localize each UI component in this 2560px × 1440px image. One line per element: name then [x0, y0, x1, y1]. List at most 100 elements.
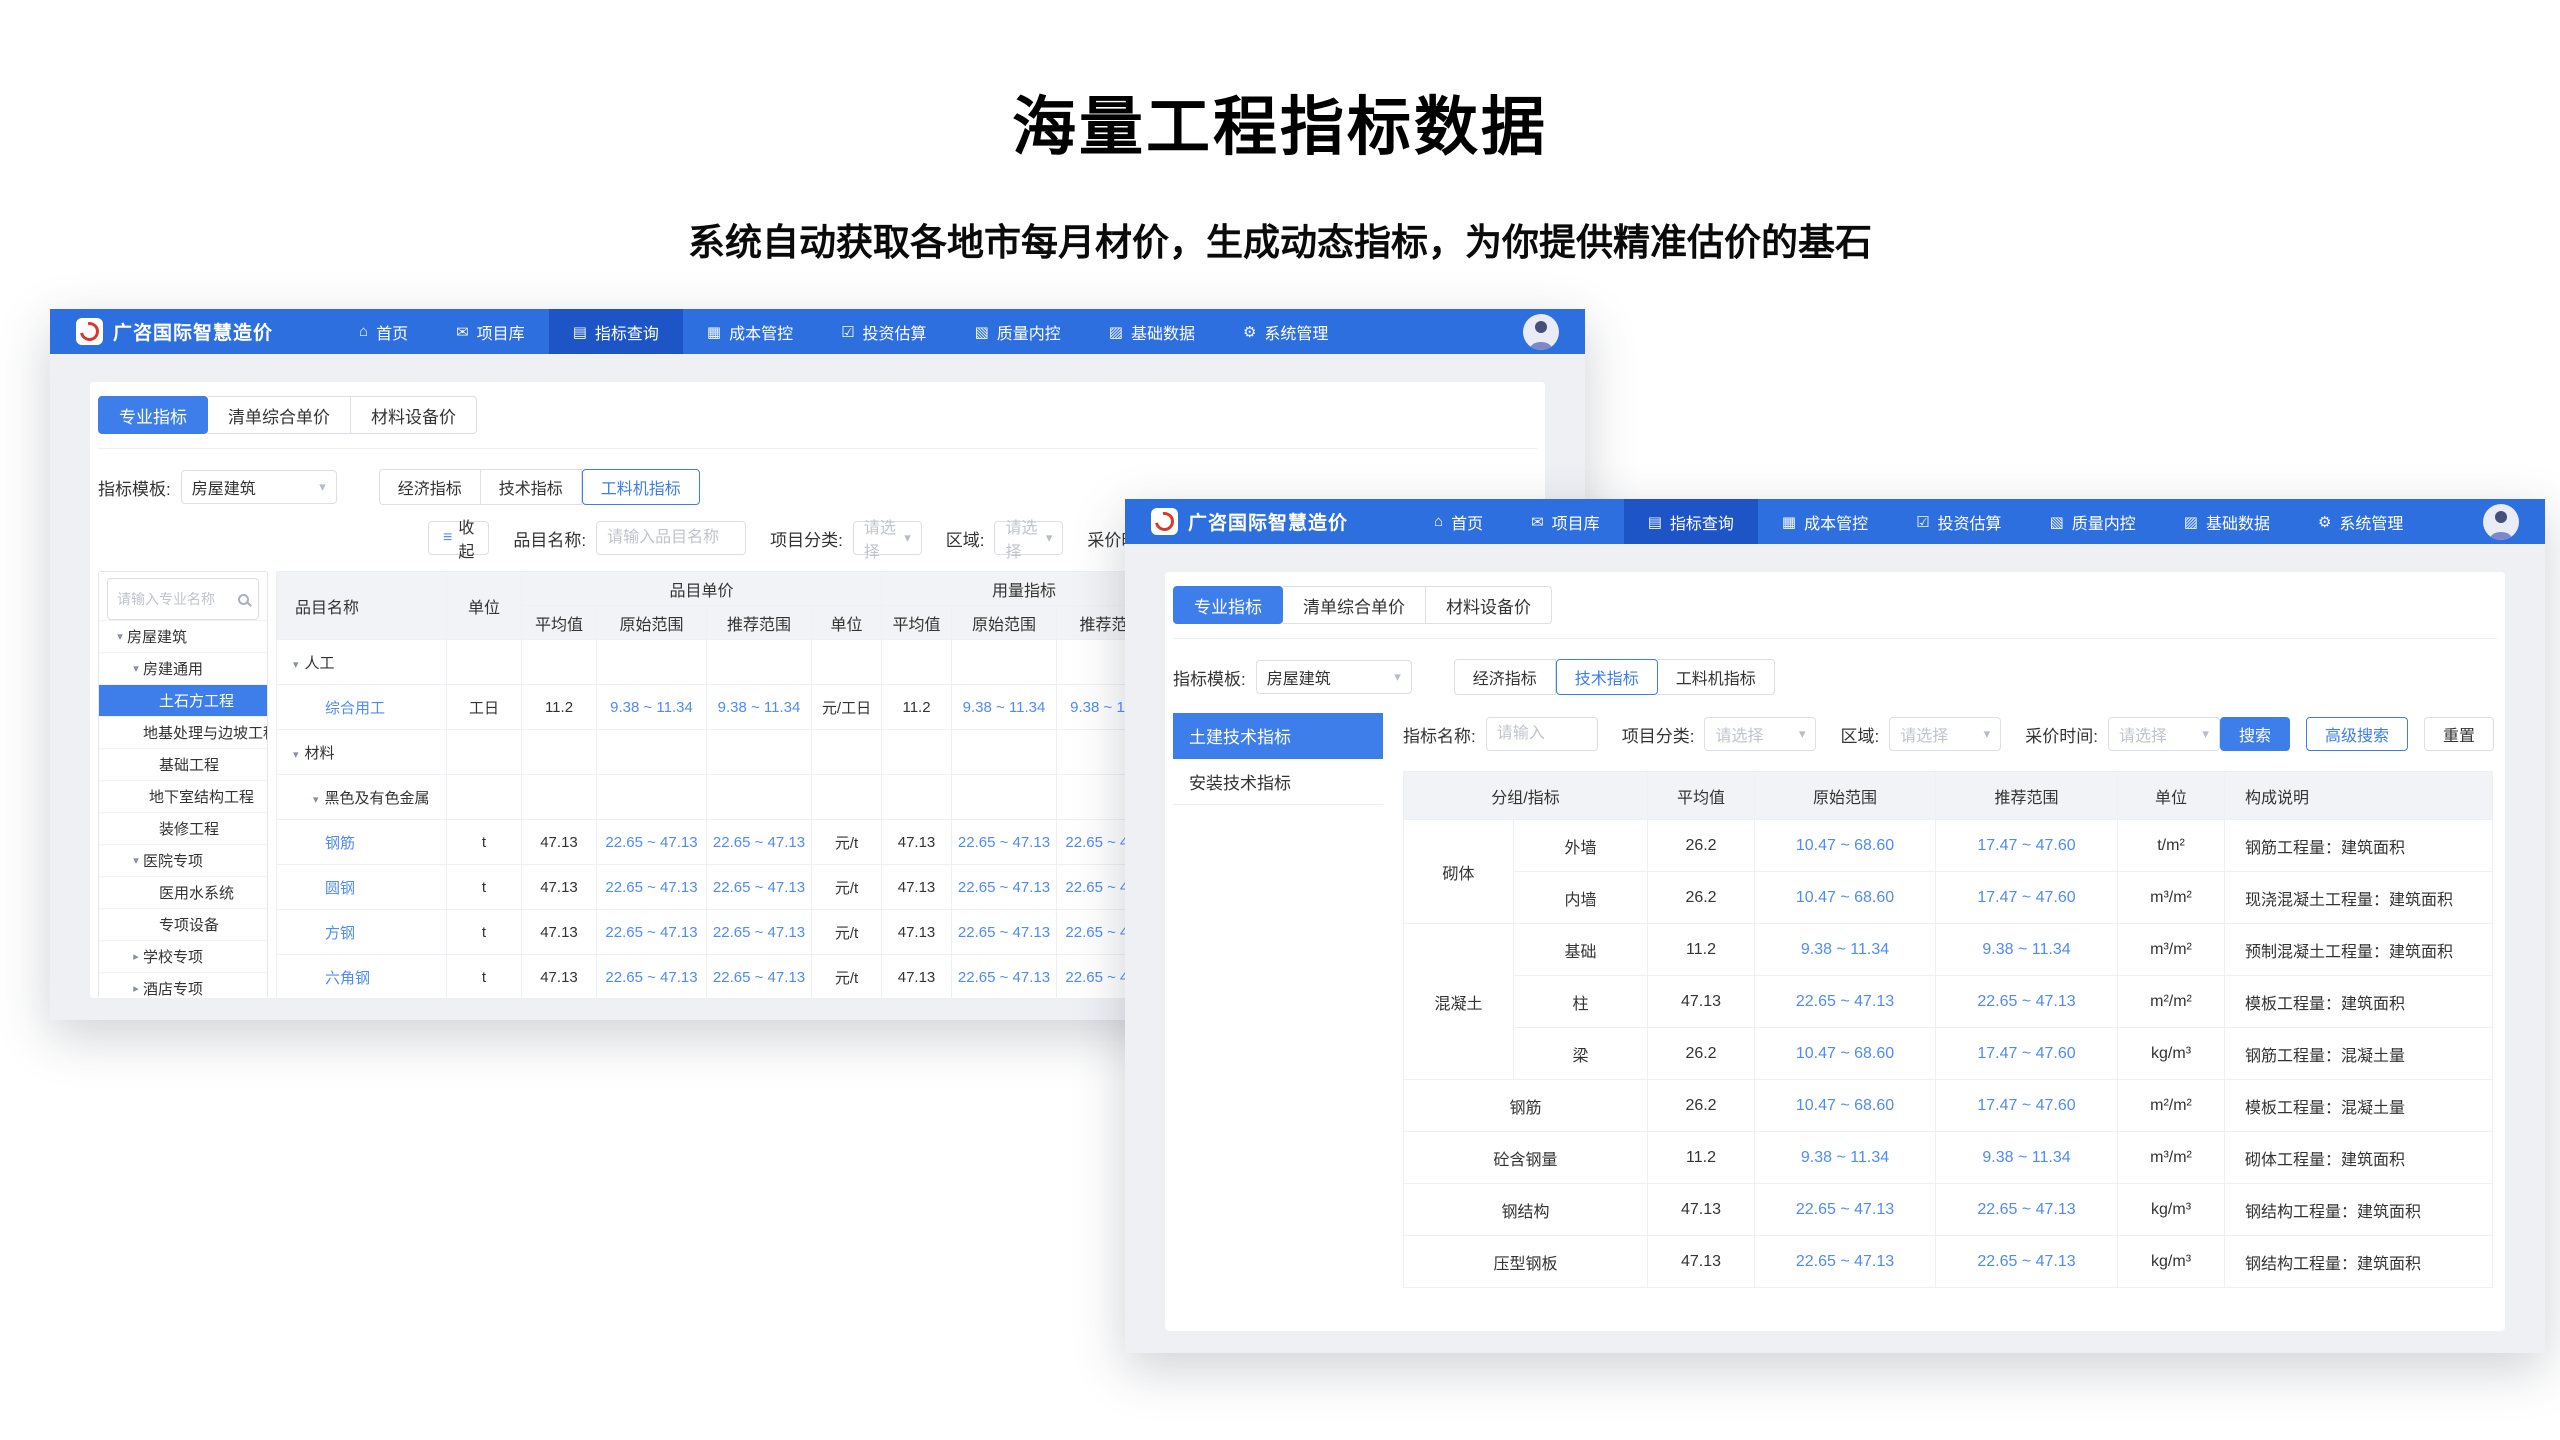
nav-item-base-data[interactable]: ▨基础数据 [2160, 499, 2294, 544]
sidebar-item-installation-tech[interactable]: 安装技术指标 [1173, 759, 1383, 805]
nav-item-projects[interactable]: ✉项目库 [1507, 499, 1624, 544]
tree-item-foundation[interactable]: 基础工程 [99, 748, 267, 780]
segment-technical[interactable]: 技术指标 [1556, 659, 1658, 695]
cell-recommended-range[interactable]: 17.47 ~ 47.60 [1936, 1028, 2118, 1080]
item-link[interactable]: 圆钢 [325, 880, 355, 897]
nav-item-cost-control[interactable]: ▦成本管控 [1758, 499, 1892, 544]
category-select[interactable]: 请选择 ▾ [853, 521, 922, 555]
nav-item-system-mgmt[interactable]: ⚙系统管理 [1219, 309, 1352, 354]
cell-recommended-range[interactable]: 17.47 ~ 47.60 [1936, 872, 2118, 924]
tree-item-special-equipment[interactable]: 专项设备 [99, 908, 267, 940]
nav-item-investment-estimate[interactable]: ☑投资估算 [1892, 499, 2025, 544]
nav-item-indicator-query[interactable]: ▤指标查询 [1624, 499, 1758, 544]
cell-recommended-range[interactable]: 22.65 ~ 47.13 [1936, 1184, 2118, 1236]
item-link[interactable]: 钢筋 [325, 835, 355, 852]
tree-item-decoration[interactable]: 装修工程 [99, 812, 267, 844]
cell-original-range[interactable]: 10.47 ~ 68.60 [1755, 820, 1936, 872]
tree-item-hotel[interactable]: ▸酒店专项 [99, 972, 267, 998]
tab-material-equipment-price[interactable]: 材料设备价 [1426, 586, 1552, 624]
advanced-search-button[interactable]: 高级搜索 [2306, 717, 2408, 751]
tree-item-earthwork[interactable]: 土石方工程 [99, 684, 267, 716]
region-select[interactable]: 请选择 ▾ [994, 521, 1063, 555]
segment-labor-material[interactable]: 工料机指标 [1658, 659, 1775, 695]
search-button[interactable]: 搜索 [2220, 717, 2290, 751]
cell-original-range2[interactable]: 22.65 ~ 47.13 [952, 820, 1057, 865]
cell-original-range2[interactable]: 22.65 ~ 47.13 [952, 910, 1057, 955]
item-link[interactable]: 六角钢 [325, 970, 370, 987]
nav-item-quality-control[interactable]: ▧质量内控 [2026, 499, 2160, 544]
cell-recommended-range[interactable]: 22.65 ~ 47.13 [1936, 1236, 2118, 1288]
cell-recommended-range[interactable]: 17.47 ~ 47.60 [1936, 1080, 2118, 1132]
cell-original-range[interactable]: 22.65 ~ 47.13 [1755, 976, 1936, 1028]
template-select[interactable]: 房屋建筑 ▾ [1256, 660, 1412, 694]
reset-button[interactable]: 重置 [2424, 717, 2494, 751]
tree-item-hospital[interactable]: ▾医院专项 [99, 844, 267, 876]
cell-original-range2[interactable]: 22.65 ~ 47.13 [952, 955, 1057, 999]
indicator-name-input[interactable] [1486, 717, 1598, 751]
cell-recommended-range[interactable]: 9.38 ~ 11.34 [1936, 1132, 2118, 1184]
cell-recommended-range[interactable]: 17.47 ~ 47.60 [1936, 820, 2118, 872]
cell-original-range[interactable]: 22.65 ~ 47.13 [597, 820, 707, 865]
tree-search-input[interactable]: 请输入专业名称 [107, 578, 259, 620]
segment-technical[interactable]: 技术指标 [481, 469, 582, 505]
tab-professional-indicators[interactable]: 专业指标 [98, 396, 208, 434]
cell-original-range[interactable]: 22.65 ~ 47.13 [1755, 1184, 1936, 1236]
tab-list-composite-price[interactable]: 清单综合单价 [1283, 586, 1426, 624]
cell-original-range2[interactable]: 9.38 ~ 11.34 [952, 685, 1057, 730]
cell-original-range[interactable]: 10.47 ~ 68.60 [1755, 1028, 1936, 1080]
cell-recommended-range[interactable]: 22.65 ~ 47.13 [707, 820, 812, 865]
cell-original-range[interactable]: 9.38 ~ 11.34 [597, 685, 707, 730]
nav-item-indicator-query[interactable]: ▤指标查询 [549, 309, 683, 354]
user-avatar[interactable] [2483, 504, 2519, 540]
cell-original-range[interactable]: 22.65 ~ 47.13 [597, 955, 707, 999]
cell-recommended-range[interactable]: 22.65 ~ 47.13 [1936, 976, 2118, 1028]
collapse-button[interactable]: ≡ 收起 [428, 521, 489, 555]
tree-item-general-building[interactable]: ▾房建通用 [99, 652, 267, 684]
tree-item-basement-structure[interactable]: 地下室结构工程 [99, 780, 267, 812]
tab-material-equipment-price[interactable]: 材料设备价 [351, 396, 477, 434]
nav-item-base-data[interactable]: ▨基础数据 [1085, 309, 1219, 354]
cell-indicator: 梁 [1514, 1028, 1648, 1080]
category-select[interactable]: 请选择 ▾ [1704, 717, 1816, 751]
item-name-input[interactable] [596, 521, 746, 555]
cell-original-range[interactable]: 10.47 ~ 68.60 [1755, 872, 1936, 924]
tab-professional-indicators[interactable]: 专业指标 [1173, 586, 1283, 624]
template-select[interactable]: 房屋建筑 ▾ [181, 470, 337, 504]
tab-list-composite-price[interactable]: 清单综合单价 [208, 396, 351, 434]
segment-economic[interactable]: 经济指标 [1454, 659, 1556, 695]
tree-item-housing[interactable]: ▾房屋建筑 [99, 620, 267, 652]
segment-economic[interactable]: 经济指标 [379, 469, 481, 505]
brand[interactable]: 广咨国际智慧造价 [76, 318, 273, 345]
nav-item-cost-control[interactable]: ▦成本管控 [683, 309, 817, 354]
tree-item-school[interactable]: ▸学校专项 [99, 940, 267, 972]
nav-item-quality-control[interactable]: ▧质量内控 [951, 309, 1085, 354]
cell-original-range2[interactable]: 22.65 ~ 47.13 [952, 865, 1057, 910]
nav-item-home[interactable]: ⌂首页 [335, 309, 432, 354]
nav-item-home[interactable]: ⌂首页 [1410, 499, 1507, 544]
nav-item-projects[interactable]: ✉项目库 [432, 309, 549, 354]
cell-original-range[interactable]: 9.38 ~ 11.34 [1755, 924, 1936, 976]
brand-logo-icon [1151, 508, 1178, 535]
cell-original-range[interactable]: 22.65 ~ 47.13 [597, 910, 707, 955]
tree-item-foundation-treatment[interactable]: 地基处理与边坡工程 [99, 716, 267, 748]
cell-recommended-range[interactable]: 22.65 ~ 47.13 [707, 865, 812, 910]
cell-recommended-range[interactable]: 9.38 ~ 11.34 [707, 685, 812, 730]
region-select[interactable]: 请选择 ▾ [1889, 717, 2001, 751]
cell-original-range[interactable]: 22.65 ~ 47.13 [1755, 1236, 1936, 1288]
item-link[interactable]: 综合用工 [325, 700, 385, 717]
segment-labor-material[interactable]: 工料机指标 [582, 469, 700, 505]
brand[interactable]: 广咨国际智慧造价 [1151, 508, 1348, 535]
nav-item-system-mgmt[interactable]: ⚙系统管理 [2294, 499, 2427, 544]
tree-item-medical-water[interactable]: 医用水系统 [99, 876, 267, 908]
nav-item-investment-estimate[interactable]: ☑投资估算 [817, 309, 950, 354]
cell-recommended-range[interactable]: 22.65 ~ 47.13 [707, 955, 812, 999]
cell-recommended-range[interactable]: 22.65 ~ 47.13 [707, 910, 812, 955]
cell-original-range[interactable]: 22.65 ~ 47.13 [597, 865, 707, 910]
cell-original-range[interactable]: 9.38 ~ 11.34 [1755, 1132, 1936, 1184]
item-link[interactable]: 方钢 [325, 925, 355, 942]
price-time-select[interactable]: 请选择 ▾ [2108, 717, 2220, 751]
user-avatar[interactable] [1523, 314, 1559, 350]
cell-recommended-range[interactable]: 9.38 ~ 11.34 [1936, 924, 2118, 976]
sidebar-item-civil-tech[interactable]: 土建技术指标 [1173, 713, 1383, 759]
cell-original-range[interactable]: 10.47 ~ 68.60 [1755, 1080, 1936, 1132]
